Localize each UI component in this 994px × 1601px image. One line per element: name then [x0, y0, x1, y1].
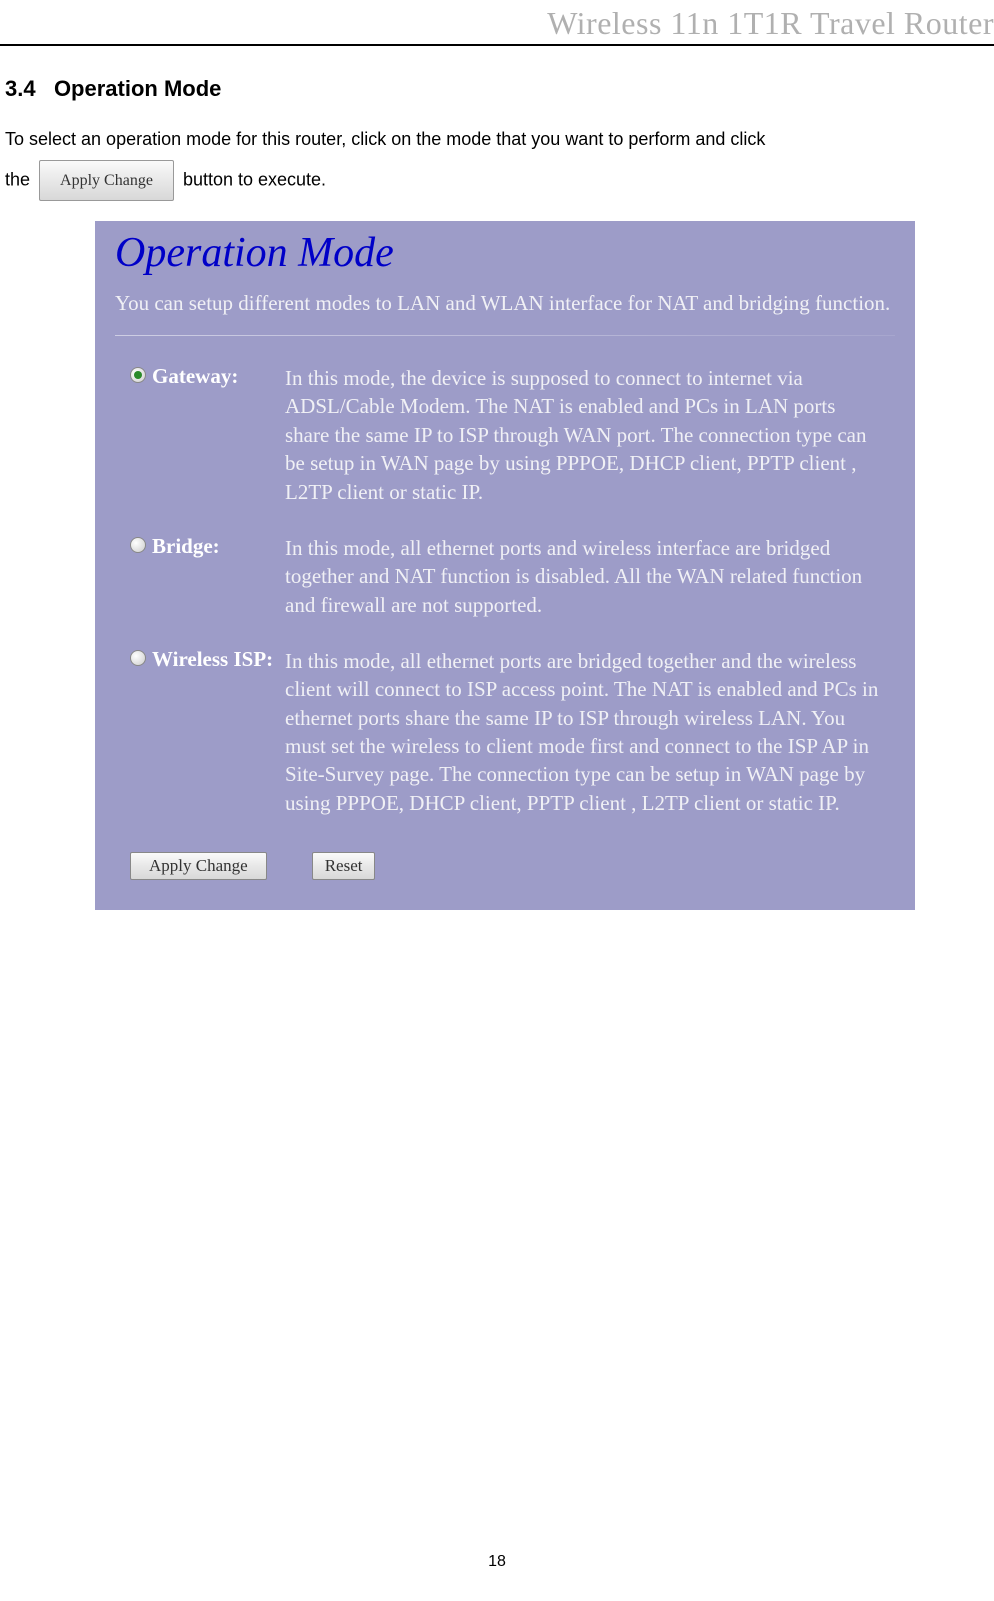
page-number: 18 — [0, 1553, 994, 1571]
panel-description: You can setup different modes to LAN and… — [115, 289, 895, 317]
mode-desc-bridge: In this mode, all ethernet ports and wir… — [285, 534, 895, 619]
button-row: Apply Change Reset — [115, 852, 895, 880]
operation-mode-panel: Operation Mode You can setup different m… — [95, 221, 915, 910]
apply-change-inline-button: Apply Change — [39, 160, 174, 201]
mode-row-gateway: Gateway: In this mode, the device is sup… — [115, 364, 895, 506]
mode-label-col: Bridge: — [130, 534, 285, 559]
mode-desc-gateway: In this mode, the device is supposed to … — [285, 364, 895, 506]
intro-prefix: the — [5, 169, 30, 189]
section-title: Operation Mode — [54, 76, 221, 101]
header-title: Wireless 11n 1T1R Travel Router — [0, 5, 994, 42]
mode-desc-wireless-isp: In this mode, all ethernet ports are bri… — [285, 647, 895, 817]
intro-suffix: button to execute. — [183, 169, 326, 189]
mode-label-wireless-isp: Wireless ISP: — [152, 647, 273, 672]
panel-title: Operation Mode — [115, 229, 895, 277]
radio-wireless-isp-icon[interactable] — [130, 650, 146, 666]
mode-row-bridge: Bridge: In this mode, all ethernet ports… — [115, 534, 895, 619]
section-number: 3.4 — [5, 76, 36, 101]
intro-text: To select an operation mode for this rou… — [5, 120, 989, 201]
page-header: Wireless 11n 1T1R Travel Router — [0, 0, 994, 46]
section-heading: 3.4 Operation Mode — [5, 76, 989, 102]
separator — [115, 335, 895, 336]
mode-row-wireless-isp: Wireless ISP: In this mode, all ethernet… — [115, 647, 895, 817]
mode-label-col: Gateway: — [130, 364, 285, 389]
mode-label-bridge: Bridge: — [152, 534, 220, 559]
mode-label-gateway: Gateway: — [152, 364, 238, 389]
radio-bridge-icon[interactable] — [130, 537, 146, 553]
mode-label-col: Wireless ISP: — [130, 647, 285, 672]
apply-change-button[interactable]: Apply Change — [130, 852, 267, 880]
radio-gateway-icon[interactable] — [130, 367, 146, 383]
reset-button[interactable]: Reset — [312, 852, 376, 880]
content-area: 3.4 Operation Mode To select an operatio… — [0, 46, 994, 910]
intro-part1: To select an operation mode for this rou… — [5, 129, 765, 149]
